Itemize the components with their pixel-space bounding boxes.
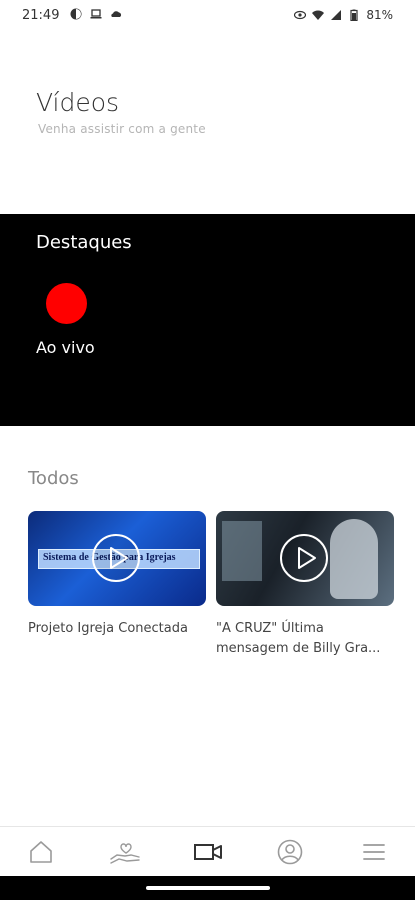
profile-icon[interactable] [277,839,303,865]
live-label: Ao vivo [36,338,95,357]
video-title[interactable]: Projeto Igreja Conectada [28,619,206,639]
bottom-nav [0,826,415,877]
video-thumbnail[interactable]: Sistema de Gestão para Igrejas [28,511,206,606]
all-videos-title: Todos [28,468,79,489]
video-card[interactable]: "A CRUZ" Última mensagem de Billy Gra... [216,511,394,659]
cloud-icon [111,11,122,17]
video-title[interactable]: "A CRUZ" Última mensagem de Billy Gra... [216,619,394,659]
featured-section: Destaques Ao vivo [0,214,415,426]
status-left-icons [70,8,122,20]
page-subtitle: Venha assistir com a gente [38,122,206,136]
video-camera-icon[interactable] [193,839,223,865]
live-indicator-button[interactable] [46,283,87,324]
gesture-handle[interactable] [146,886,270,890]
status-time: 21:49 [22,8,60,23]
video-card[interactable]: Sistema de Gestão para Igrejas Projeto I… [28,511,206,639]
signal-icon [331,10,342,20]
eye-icon [294,10,307,20]
wifi-icon [312,10,325,20]
home-icon[interactable] [28,839,54,865]
status-bar: 21:49 81% [0,0,415,34]
thumbnail-person-shape [330,519,378,599]
status-right: 81% [294,8,393,22]
featured-title: Destaques [36,232,132,253]
donation-hand-icon[interactable] [109,839,141,865]
system-gesture-area [0,876,415,900]
laptop-icon [90,9,102,19]
battery-percent: 81% [366,8,393,22]
page-title: Vídeos [36,88,120,117]
notification-app-icon [70,8,82,20]
menu-icon[interactable] [361,839,387,865]
video-thumbnail[interactable] [216,511,394,606]
thumbnail-window-shape [222,521,262,581]
battery-icon [350,9,358,21]
play-icon[interactable] [279,533,329,583]
play-icon[interactable] [91,533,141,583]
